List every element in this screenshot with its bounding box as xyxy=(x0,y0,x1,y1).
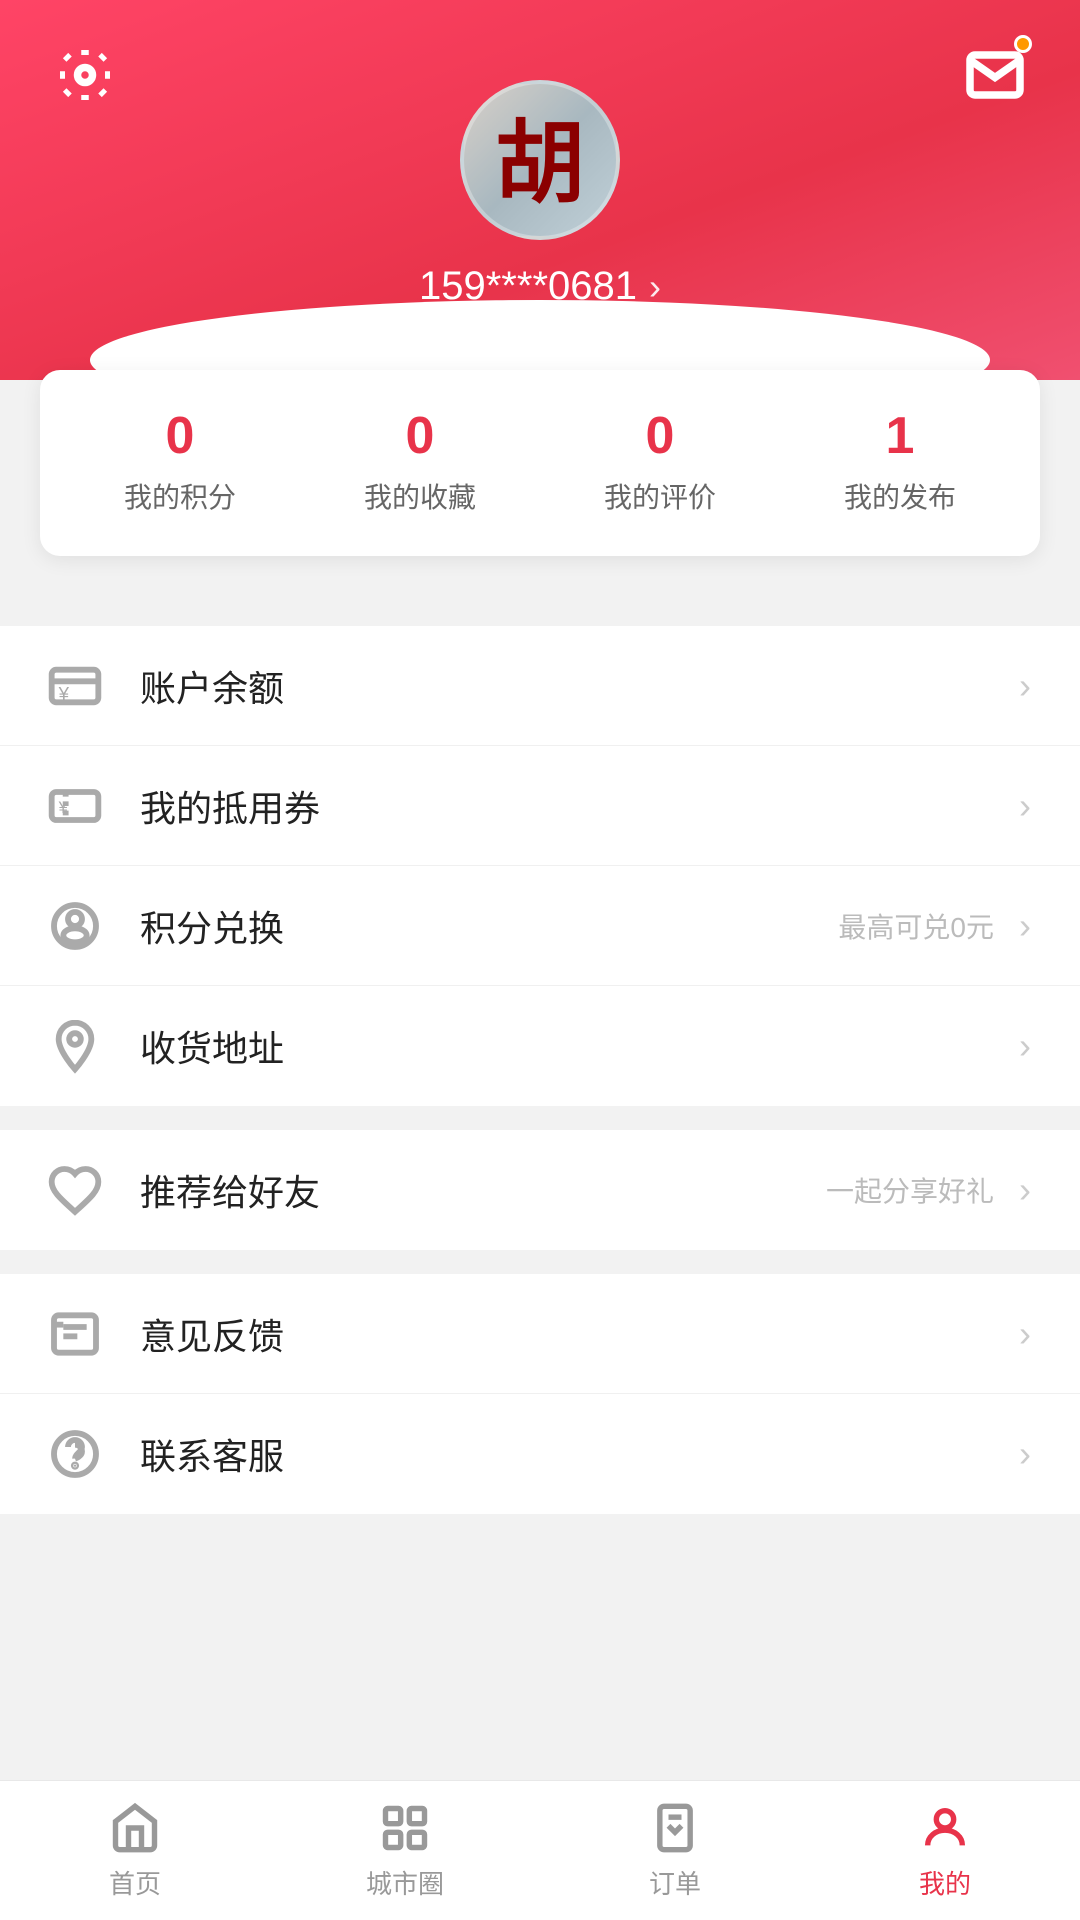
nav-item-mine[interactable]: 我的 xyxy=(810,1781,1080,1920)
menu-item-vouchers[interactable]: ¥ 我的抵用券 › xyxy=(0,746,1080,866)
stats-card: 0 我的积分 0 我的收藏 0 我的评价 1 我的发布 xyxy=(40,370,1040,556)
support-arrow: › xyxy=(1010,1439,1040,1469)
vouchers-icon: ¥ xyxy=(40,771,110,841)
avatar[interactable]: 胡 xyxy=(460,80,620,240)
svg-text:¥: ¥ xyxy=(58,683,70,704)
feedback-label: 意见反馈 xyxy=(140,1308,1010,1360)
points-hint: 最高可兑0元 xyxy=(838,906,994,946)
orders-icon xyxy=(647,1800,703,1856)
mine-label: 我的 xyxy=(919,1864,971,1901)
avatar-character: 胡 xyxy=(495,120,585,210)
settings-icon[interactable] xyxy=(50,40,120,110)
feedback-arrow: › xyxy=(1010,1319,1040,1349)
recommend-hint: 一起分享好礼 xyxy=(826,1170,994,1210)
mine-icon xyxy=(917,1800,973,1856)
account-balance-arrow: › xyxy=(1010,671,1040,701)
menu-section-1: ¥ 账户余额 › ¥ 我的抵用券 › 积分兑换 最高可兑0元 › xyxy=(0,626,1080,1106)
phone-number: 159****0681 xyxy=(419,264,637,309)
menu-section-2: 推荐给好友 一起分享好礼 › xyxy=(0,1130,1080,1250)
phone-arrow-icon: › xyxy=(649,266,661,308)
orders-label: 订单 xyxy=(649,1864,701,1901)
recommend-label: 推荐给好友 xyxy=(140,1164,826,1216)
menu-item-account-balance[interactable]: ¥ 账户余额 › xyxy=(0,626,1080,746)
city-circle-label: 城市圈 xyxy=(366,1864,444,1901)
city-circle-icon xyxy=(377,1800,433,1856)
points-icon xyxy=(40,891,110,961)
stat-item-我的收藏[interactable]: 0 我的收藏 xyxy=(300,410,540,516)
menu-item-points[interactable]: 积分兑换 最高可兑0元 › xyxy=(0,866,1080,986)
stat-item-我的评价[interactable]: 0 我的评价 xyxy=(540,410,780,516)
message-notification-dot xyxy=(1014,35,1032,53)
address-icon xyxy=(40,1011,110,1081)
account-balance-label: 账户余额 xyxy=(140,660,1010,712)
hero-section: 胡 159****0681 › xyxy=(0,0,1080,380)
home-label: 首页 xyxy=(109,1864,161,1901)
user-phone[interactable]: 159****0681 › xyxy=(419,264,661,309)
feedback-icon xyxy=(40,1299,110,1369)
nav-item-orders[interactable]: 订单 xyxy=(540,1781,810,1920)
menu-item-address[interactable]: 收货地址 › xyxy=(0,986,1080,1106)
stat-item-我的发布[interactable]: 1 我的发布 xyxy=(780,410,1020,516)
vouchers-label: 我的抵用券 xyxy=(140,780,1010,832)
nav-item-city-circle[interactable]: 城市圈 xyxy=(270,1781,540,1920)
support-label: 联系客服 xyxy=(140,1428,1010,1480)
menu-item-recommend[interactable]: 推荐给好友 一起分享好礼 › xyxy=(0,1130,1080,1250)
menu-item-feedback[interactable]: 意见反馈 › xyxy=(0,1274,1080,1394)
account-balance-icon: ¥ xyxy=(40,651,110,721)
points-label: 积分兑换 xyxy=(140,900,838,952)
points-arrow: › xyxy=(1010,911,1040,941)
address-label: 收货地址 xyxy=(140,1020,1010,1072)
bottom-navigation: 首页 城市圈 订单 我的 xyxy=(0,1780,1080,1920)
nav-item-home[interactable]: 首页 xyxy=(0,1781,270,1920)
menu-item-support[interactable]: 联系客服 › xyxy=(0,1394,1080,1514)
recommend-arrow: › xyxy=(1010,1175,1040,1205)
home-icon xyxy=(107,1800,163,1856)
support-icon xyxy=(40,1419,110,1489)
menu-section-3: 意见反馈 › 联系客服 › xyxy=(0,1274,1080,1514)
vouchers-arrow: › xyxy=(1010,791,1040,821)
recommend-icon xyxy=(40,1155,110,1225)
address-arrow: › xyxy=(1010,1031,1040,1061)
svg-text:¥: ¥ xyxy=(58,799,69,817)
stat-item-我的积分[interactable]: 0 我的积分 xyxy=(60,410,300,516)
